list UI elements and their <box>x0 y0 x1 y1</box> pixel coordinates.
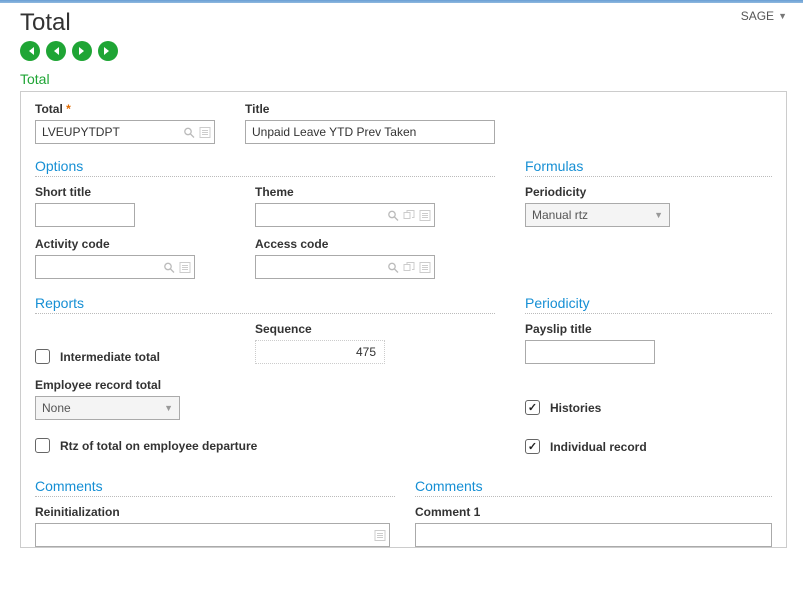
sequence-value: 475 <box>255 340 385 364</box>
individual-record-checkbox[interactable]: ✓ Individual record <box>525 439 772 454</box>
reports-heading: Reports <box>35 295 495 314</box>
reinitialization-input[interactable] <box>35 523 390 547</box>
first-record-button[interactable] <box>20 41 40 61</box>
short-title-label: Short title <box>35 185 195 199</box>
comments-left-heading: Comments <box>35 478 395 497</box>
chevron-down-icon: ▼ <box>164 403 173 413</box>
periodicity-heading: Periodicity <box>525 295 772 314</box>
panel-title: Total <box>0 71 803 91</box>
total-label: Total * <box>35 102 215 116</box>
main-panel: Total * Title Options <box>20 91 787 548</box>
employee-record-total-select[interactable]: None ▼ <box>35 396 180 420</box>
individual-record-label: Individual record <box>550 440 647 454</box>
user-name: SAGE <box>741 9 774 23</box>
comment1-input[interactable] <box>415 523 772 547</box>
rtz-checkbox[interactable]: Rtz of total on employee departure <box>35 438 495 453</box>
list-icon[interactable] <box>178 261 191 274</box>
checkbox-box: ✓ <box>525 400 540 415</box>
periodicity-formula-label: Periodicity <box>525 185 772 199</box>
link-icon[interactable] <box>402 209 415 222</box>
last-record-button[interactable] <box>98 41 118 61</box>
intermediate-total-label: Intermediate total <box>60 350 160 364</box>
search-icon[interactable] <box>386 261 399 274</box>
list-icon[interactable] <box>373 529 386 542</box>
title-input[interactable] <box>245 120 495 144</box>
next-record-button[interactable] <box>72 41 92 61</box>
formulas-heading: Formulas <box>525 158 772 177</box>
checkbox-box: ✓ <box>525 439 540 454</box>
checkbox-box <box>35 438 50 453</box>
title-label: Title <box>245 102 495 116</box>
comments-row: Comments Reinitialization Comments Comme… <box>35 478 772 547</box>
search-icon[interactable] <box>386 209 399 222</box>
histories-label: Histories <box>550 401 601 415</box>
options-heading: Options <box>35 158 495 177</box>
search-icon[interactable] <box>162 261 175 274</box>
header-fields-row: Total * Title <box>35 102 772 144</box>
list-icon[interactable] <box>418 261 431 274</box>
intermediate-total-checkbox[interactable]: Intermediate total <box>35 349 195 364</box>
list-icon[interactable] <box>198 126 211 139</box>
required-star-icon: * <box>66 102 71 116</box>
user-menu[interactable]: SAGE ▼ <box>741 9 787 23</box>
link-icon[interactable] <box>402 261 415 274</box>
theme-label: Theme <box>255 185 435 199</box>
prev-record-button[interactable] <box>46 41 66 61</box>
employee-record-total-value: None <box>42 401 71 415</box>
page-header: Total SAGE ▼ <box>0 3 803 37</box>
options-formulas-row: Options Short title Activity code <box>35 158 772 279</box>
chevron-down-icon: ▼ <box>778 11 787 21</box>
record-nav <box>0 37 803 71</box>
search-icon[interactable] <box>182 126 195 139</box>
reports-periodicity-row: Reports Intermediate total Sequence 475 … <box>35 295 772 468</box>
checkbox-box <box>35 349 50 364</box>
page-title: Total <box>20 9 71 37</box>
employee-record-total-label: Employee record total <box>35 378 495 392</box>
list-icon[interactable] <box>418 209 431 222</box>
access-code-label: Access code <box>255 237 435 251</box>
reinitialization-label: Reinitialization <box>35 505 395 519</box>
chevron-down-icon: ▼ <box>654 210 663 220</box>
activity-code-label: Activity code <box>35 237 195 251</box>
rtz-label: Rtz of total on employee departure <box>60 439 257 453</box>
payslip-title-label: Payslip title <box>525 322 772 336</box>
payslip-title-input[interactable] <box>525 340 655 364</box>
histories-checkbox[interactable]: ✓ Histories <box>525 400 772 415</box>
short-title-input[interactable] <box>35 203 135 227</box>
comment1-label: Comment 1 <box>415 505 772 519</box>
sequence-label: Sequence <box>255 322 385 336</box>
periodicity-select[interactable]: Manual rtz ▼ <box>525 203 670 227</box>
comments-right-heading: Comments <box>415 478 772 497</box>
periodicity-value: Manual rtz <box>532 208 588 222</box>
